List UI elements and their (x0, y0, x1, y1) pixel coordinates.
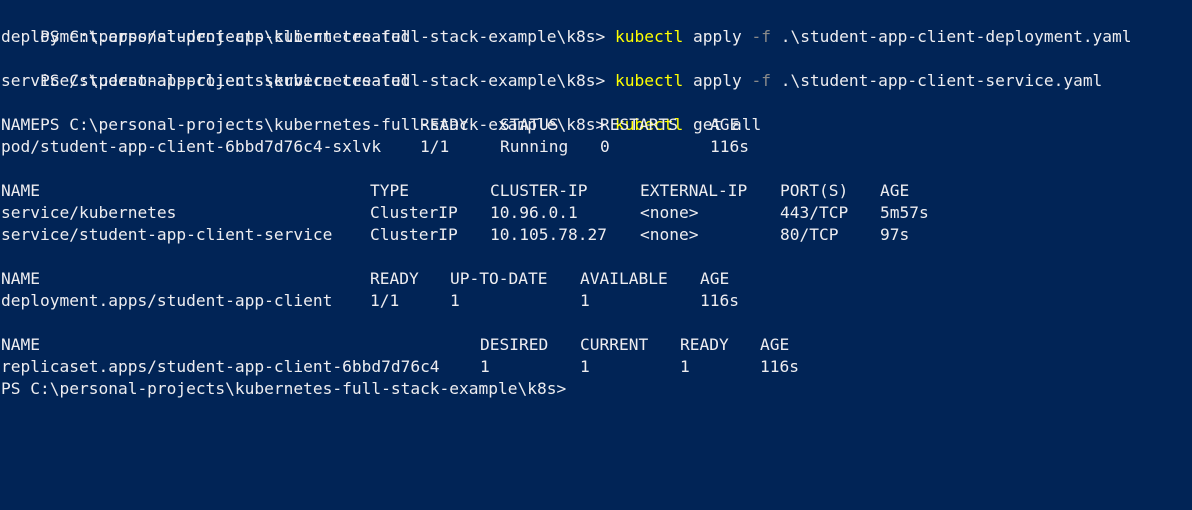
table-cell: service/student-app-client-service (1, 225, 333, 244)
table-cell: service/kubernetes (1, 203, 177, 222)
command-line: PS C:\personal-projects\kubernetes-full-… (1, 92, 761, 134)
command-line: PS C:\personal-projects\kubernetes-full-… (1, 48, 1102, 90)
table-cell: 1 (480, 357, 490, 376)
table-cell: 116s (760, 357, 799, 376)
table-cell: <none> (640, 225, 699, 244)
terminal-window[interactable]: PS C:\personal-projects\kubernetes-full-… (0, 0, 1192, 439)
column-header: NAME (1, 269, 40, 288)
table-cell: 10.96.0.1 (490, 203, 578, 222)
table-cell: 97s (880, 225, 910, 244)
command-name: kubectl (614, 71, 684, 90)
command-args: .\student-app-client-service.yaml (770, 71, 1103, 90)
table-cell: 1 (450, 291, 460, 310)
column-header: NAME (1, 115, 40, 134)
command-output: service/student-app-client-service creat… (1, 71, 411, 90)
table-row: replicaset.apps/student-app-client-6bbd7… (1, 356, 799, 378)
table-cell: 116s (700, 291, 739, 310)
column-header: PORT(S) (780, 181, 849, 200)
table-cell: ClusterIP (370, 203, 458, 222)
column-header: RESTARTS (600, 115, 678, 134)
table-cell: 5m57s (880, 203, 929, 222)
column-header: AVAILABLE (580, 269, 668, 288)
column-header: STATUS (500, 115, 559, 134)
table-cell: deployment.apps/student-app-client (1, 291, 333, 310)
table-cell: 1 (580, 291, 590, 310)
table-cell: pod/student-app-client-6bbd7d76c4-sxlvk (1, 137, 382, 156)
column-header: CLUSTER-IP (490, 181, 588, 200)
column-header: TYPE (370, 181, 409, 200)
command-flag: -f (751, 71, 771, 90)
table-cell: 1 (680, 357, 690, 376)
table-cell: 116s (710, 137, 749, 156)
table-cell: 1/1 (370, 291, 400, 310)
command-args: apply (683, 71, 752, 90)
services-header-row: NAME TYPE CLUSTER-IP EXTERNAL-IP PORT(S)… (1, 180, 909, 202)
column-header: CURRENT (580, 335, 649, 354)
prompt[interactable]: PS C:\personal-projects\kubernetes-full-… (1, 378, 566, 400)
column-header: EXTERNAL-IP (640, 181, 748, 200)
table-row: deployment.apps/student-app-client 1/1 1… (1, 290, 739, 312)
command-args: apply (683, 27, 752, 46)
table-cell: Running (500, 137, 569, 156)
replicasets-header-row: NAME DESIRED CURRENT READY AGE (1, 334, 789, 356)
column-header: AGE (710, 115, 740, 134)
command-flag: -f (751, 27, 771, 46)
column-header: READY (420, 115, 469, 134)
column-header: READY (370, 269, 419, 288)
table-cell: 0 (600, 137, 610, 156)
column-header: AGE (760, 335, 790, 354)
table-cell: 1 (580, 357, 590, 376)
command-args: .\student-app-client-deployment.yaml (770, 27, 1132, 46)
column-header: UP-TO-DATE (450, 269, 548, 288)
command-output: deployment.apps/student-app-client creat… (1, 27, 411, 46)
table-cell: 10.105.78.27 (490, 225, 607, 244)
column-header: NAME (1, 181, 40, 200)
pods-header-row: NAME READY STATUS RESTARTS AGE (1, 114, 739, 136)
column-header: READY (680, 335, 729, 354)
deployments-header-row: NAME READY UP-TO-DATE AVAILABLE AGE (1, 268, 729, 290)
table-cell: 80/TCP (780, 225, 839, 244)
table-cell: 1/1 (420, 137, 450, 156)
column-header: NAME (1, 335, 40, 354)
column-header: AGE (700, 269, 730, 288)
command-name: kubectl (614, 27, 684, 46)
table-cell: ClusterIP (370, 225, 458, 244)
column-header: DESIRED (480, 335, 549, 354)
table-cell: <none> (640, 203, 699, 222)
table-row: pod/student-app-client-6bbd7d76c4-sxlvk … (1, 136, 749, 158)
table-row: service/kubernetes ClusterIP 10.96.0.1 <… (1, 202, 929, 224)
command-line: PS C:\personal-projects\kubernetes-full-… (1, 4, 1132, 46)
column-header: AGE (880, 181, 910, 200)
table-row: service/student-app-client-service Clust… (1, 224, 909, 246)
table-cell: 443/TCP (780, 203, 849, 222)
table-cell: replicaset.apps/student-app-client-6bbd7… (1, 357, 440, 376)
